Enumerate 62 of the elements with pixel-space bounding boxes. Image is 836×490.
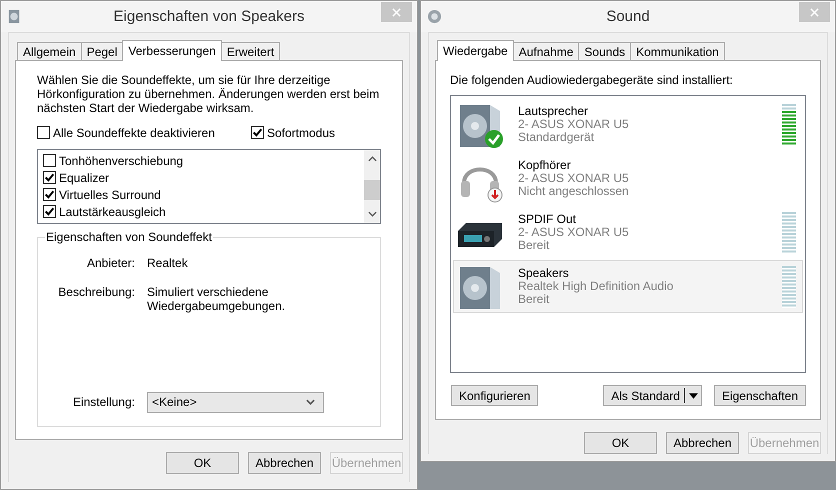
chevron-down-icon[interactable]	[306, 399, 315, 405]
field-label: Anbieter:	[86, 256, 135, 272]
checkbox[interactable]	[43, 188, 56, 201]
field-label: Einstellung:	[72, 395, 135, 409]
checkbox-label: Sofortmodus	[266, 126, 335, 140]
device-item[interactable]: Speakers Realtek High Definition Audio Bereit	[453, 260, 803, 313]
setting-dropdown[interactable]: <Keine>	[147, 392, 324, 412]
chevron-up-icon[interactable]	[368, 156, 376, 162]
window-title: Eigenschaften von Speakers	[112, 8, 306, 25]
level-meter	[782, 212, 796, 254]
checkbox-label: Alle Soundeffekte deaktivieren	[53, 126, 215, 140]
chevron-down-icon[interactable]	[368, 211, 376, 217]
checkbox[interactable]	[37, 126, 50, 139]
device-name: SPDIF Out	[518, 213, 578, 226]
dialog-button[interactable]: OK	[166, 452, 239, 474]
device-driver: 2- ASUS XONAR U5	[518, 172, 630, 185]
split-button[interactable]: Als Standard	[603, 385, 702, 406]
speaker-icon	[7, 9, 22, 24]
checkbox[interactable]	[250, 126, 264, 139]
device-item[interactable]: Lautsprecher 2- ASUS XONAR U5 Standardgerät	[453, 98, 803, 151]
dialog-button[interactable]: OK	[584, 432, 657, 454]
tab[interactable]: Pegel	[80, 42, 124, 60]
checkbox[interactable]	[43, 171, 56, 184]
group-title: Eigenschaften von Soundeffekt	[45, 230, 213, 244]
caret-down-icon[interactable]	[688, 392, 698, 398]
description-text: Wählen Sie die Soundeffekte, um sie für Ihre derzeitige Hörkonfiguration zu übernehmen. Änderungen werden erst beim nächsten Start der Wiedergabe wirksam.	[37, 73, 380, 115]
device-driver: 2- ASUS XONAR U5	[518, 118, 630, 131]
checkbox-label: Equalizer	[59, 170, 110, 184]
device-status: Nicht angeschlossen	[518, 185, 630, 198]
dialog-button[interactable]: Abbrechen	[248, 452, 321, 474]
device-status: Bereit	[518, 293, 550, 306]
field-value: Simuliert verschiedene Wiedergabeumgebungen.	[147, 285, 286, 313]
action-button[interactable]: Eigenschaften	[714, 385, 806, 406]
checkbox-label: Lautstärkeausgleich	[59, 204, 166, 218]
device-name: Lautsprecher	[518, 105, 590, 118]
level-meter	[782, 266, 796, 308]
scrollbar[interactable]	[364, 150, 380, 223]
field-label: Beschreibung:	[57, 285, 135, 301]
speaker-icon	[427, 9, 442, 24]
tab[interactable]: Allgemein	[17, 42, 82, 60]
device-status: Standardgerät	[518, 131, 596, 144]
intro-text: Die folgenden Audiowiedergabegeräte sind installiert:	[450, 73, 734, 87]
checkbox[interactable]	[43, 154, 56, 167]
dialog-button[interactable]: Abbrechen	[666, 432, 739, 454]
field-value: Realtek	[147, 256, 189, 272]
device-item[interactable]: SPDIF Out 2- ASUS XONAR U5 Bereit	[453, 206, 803, 259]
device-name: Speakers	[518, 267, 570, 280]
action-button[interactable]: Konfigurieren	[451, 385, 538, 406]
device-status: Bereit	[518, 239, 550, 252]
tab[interactable]: Erweitert	[220, 42, 280, 60]
device-driver: 2- ASUS XONAR U5	[518, 226, 630, 239]
tab[interactable]: Verbesserungen	[122, 40, 222, 61]
device-item[interactable]: Kopfhörer 2- ASUS XONAR U5 Nicht angeschlossen	[453, 152, 803, 205]
checkbox-label: Tonhöhenverschiebung	[59, 154, 184, 168]
checkbox-label: Virtuelles Surround	[59, 188, 161, 202]
device-name: Kopfhörer	[518, 159, 572, 172]
tab[interactable]: Wiedergabe	[437, 40, 514, 61]
window-title: Sound	[605, 8, 651, 25]
scrollbar-thumb[interactable]	[364, 180, 380, 200]
checkbox[interactable]	[43, 205, 56, 218]
tab[interactable]: Kommunikation	[630, 42, 725, 60]
device-driver: Realtek High Definition Audio	[518, 280, 674, 293]
